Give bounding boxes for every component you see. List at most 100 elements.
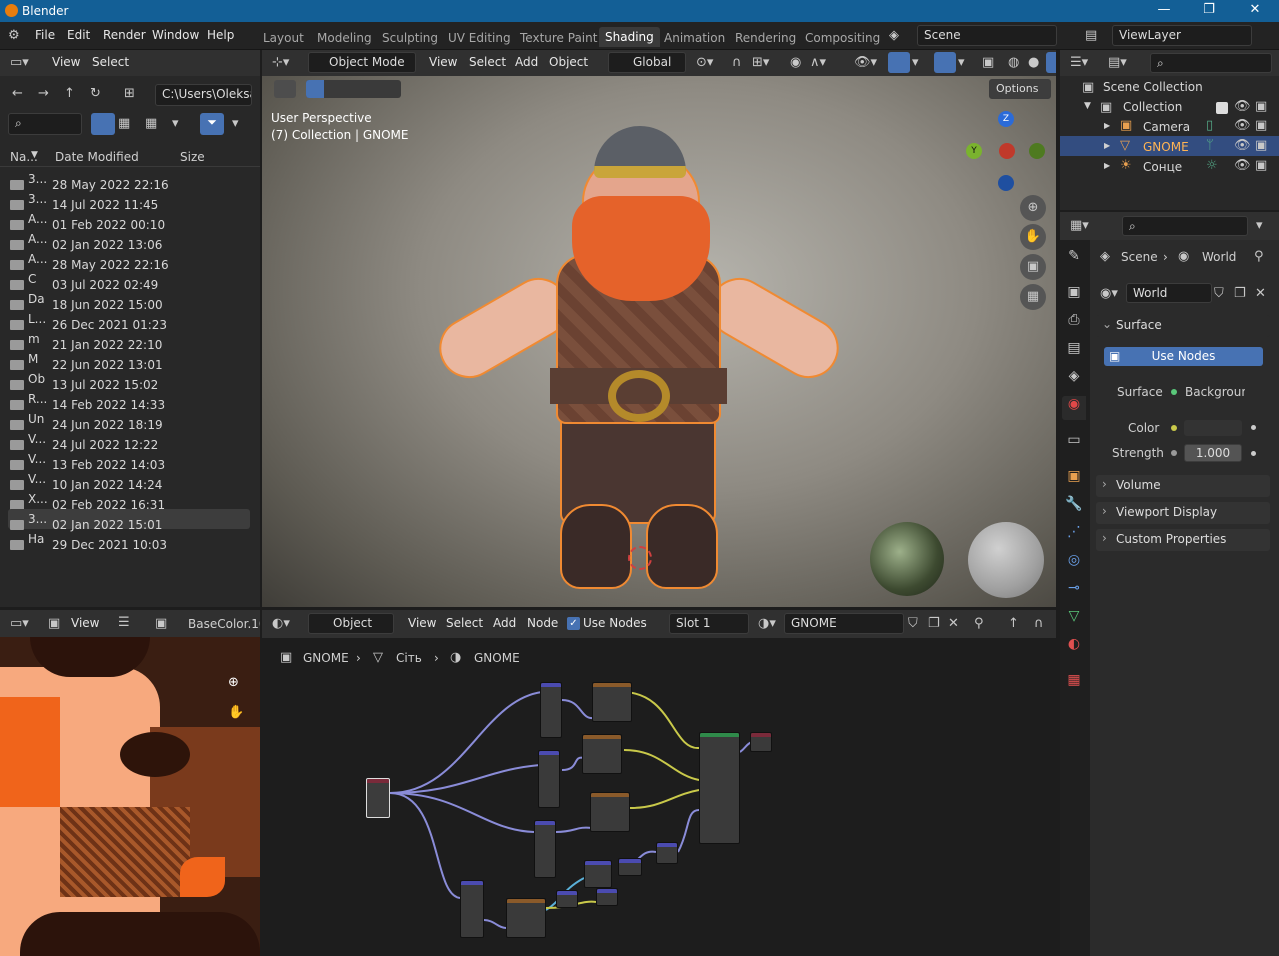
eye-icon[interactable]: 👁 <box>1234 138 1251 153</box>
material-name-field[interactable]: GNOME <box>784 613 904 634</box>
expand-icon[interactable]: ▶ <box>1104 141 1110 150</box>
transform-orientation-selector[interactable]: Global <box>608 52 686 73</box>
use-nodes-button[interactable]: ▣ Use Nodes <box>1104 347 1263 366</box>
tab-texture-paint[interactable]: Texture Paint <box>520 31 597 45</box>
material-browse-icon[interactable]: ◑▾ <box>758 616 776 631</box>
overlay-toggle-button[interactable] <box>934 52 956 73</box>
file-row[interactable]: Da 18 Jun 2022 15:00 <box>8 289 250 312</box>
pan-hand-icon[interactable]: ✋ <box>228 705 244 720</box>
back-icon[interactable]: ← <box>12 86 23 101</box>
world-tab-icon[interactable]: ◉ <box>1062 396 1086 420</box>
file-row[interactable]: C 03 Jul 2022 02:49 <box>8 269 250 292</box>
image-editor-view-menu[interactable]: View <box>71 616 99 630</box>
file-row[interactable]: Un 24 Jun 2022 18:19 <box>8 409 250 432</box>
image-texture-node[interactable] <box>592 682 632 722</box>
node-node-menu[interactable]: Node <box>527 616 558 630</box>
material-preview-button[interactable] <box>1046 52 1056 73</box>
menu-edit[interactable]: Edit <box>67 28 90 42</box>
tool-tab-icon[interactable]: ✎ <box>1062 248 1086 272</box>
file-row[interactable]: V... 24 Jul 2022 12:22 <box>8 429 250 452</box>
custom-properties-section-header[interactable]: › Custom Properties <box>1096 529 1270 551</box>
viewport-display-section-header[interactable]: › Viewport Display <box>1096 502 1270 524</box>
particles-tab-icon[interactable]: ⋰ <box>1062 524 1086 548</box>
editor-type-icon[interactable]: ▭▾ <box>10 55 29 70</box>
view-layer-selector[interactable]: ViewLayer <box>1112 25 1252 46</box>
nav-gizmo-x-axis[interactable] <box>999 143 1015 159</box>
expand-icon[interactable]: ▶ <box>1104 121 1110 130</box>
camera-render-icon[interactable]: ▣ <box>1255 118 1267 133</box>
material-output-node[interactable] <box>750 732 772 752</box>
camera-render-icon[interactable]: ▣ <box>1255 138 1267 153</box>
refresh-icon[interactable]: ↻ <box>90 86 101 101</box>
parent-node-tree-icon[interactable]: ↑ <box>1008 616 1019 631</box>
zoom-icon[interactable]: ⊕ <box>228 675 239 690</box>
image-texture-node[interactable] <box>582 734 622 774</box>
surface-shader-field[interactable]: Backgroun <box>1185 385 1245 399</box>
file-row[interactable]: 3... 14 Jul 2022 11:45 <box>8 189 250 212</box>
normal-node[interactable] <box>656 842 678 864</box>
pivot-icon[interactable]: ⊙▾ <box>696 55 713 70</box>
outliner-item-sun[interactable]: ▶ ☀ Сонце ☼ 👁 ▣ <box>1060 156 1279 176</box>
normal-map-node[interactable] <box>556 890 578 908</box>
xray-icon[interactable]: ▣ <box>982 55 994 70</box>
solid-shading-icon[interactable]: ● <box>1028 55 1039 70</box>
pin-icon[interactable]: ⚲ <box>974 616 984 631</box>
snap-target-icon[interactable]: ⊞▾ <box>752 55 769 70</box>
viewport-add-menu[interactable]: Add <box>515 55 538 69</box>
eye-icon[interactable]: 👁 <box>1234 158 1251 173</box>
node-view-menu[interactable]: View <box>408 616 436 630</box>
volume-section-header[interactable]: › Volume <box>1096 475 1270 497</box>
file-row[interactable]: V... 10 Jan 2022 14:24 <box>8 469 250 492</box>
fake-user-shield-icon[interactable]: ⛉ <box>908 616 918 631</box>
outliner-search-input[interactable]: ⌕ <box>1150 53 1272 73</box>
directory-path-input[interactable]: C:\Users\Oleksa... <box>155 84 252 106</box>
file-row[interactable]: L... 26 Dec 2021 01:23 <box>8 309 250 332</box>
menu-window[interactable]: Window <box>152 28 199 42</box>
slot-selector[interactable]: Slot 1 <box>669 613 749 634</box>
gnome-model[interactable] <box>428 124 852 594</box>
modifier-tab-icon[interactable]: 🔧 <box>1062 496 1086 520</box>
file-row[interactable]: A... 28 May 2022 22:16 <box>8 249 250 272</box>
falloff-icon[interactable]: ∧▾ <box>810 55 826 70</box>
keyframe-dot-icon[interactable] <box>1251 451 1256 456</box>
object-mode-selector[interactable]: Object Mode <box>308 52 416 73</box>
expand-icon[interactable]: ▶ <box>1104 161 1110 170</box>
collection-tab-icon[interactable]: ▭ <box>1062 432 1086 456</box>
surface-section-header[interactable]: ⌄ Surface <box>1096 315 1270 337</box>
outliner-item-camera[interactable]: ▶ ▣ Camera ▯ 👁 ▣ <box>1060 116 1279 136</box>
mix-node[interactable] <box>596 888 618 906</box>
camera-view-icon[interactable]: ▣ <box>1020 254 1046 280</box>
scene-collection-label[interactable]: Scene Collection <box>1103 80 1203 100</box>
options-dropdown[interactable]: Options <box>989 79 1051 99</box>
world-browse-icon[interactable]: ◉▾ <box>1100 286 1118 301</box>
mapping-node[interactable] <box>534 820 556 878</box>
column-size[interactable]: Size <box>180 150 205 164</box>
texture-coordinate-node[interactable] <box>366 778 390 818</box>
selection-mode-buttons[interactable] <box>306 80 401 98</box>
maximize-button[interactable]: ❐ <box>1189 2 1229 17</box>
render-tab-icon[interactable]: ▣ <box>1062 284 1086 308</box>
editor-type-icon[interactable]: ▭▾ <box>10 616 29 631</box>
mapping-node[interactable] <box>538 750 560 808</box>
gizmo-options-icon[interactable]: ▾ <box>912 55 919 70</box>
filter-options-icon[interactable]: ▾ <box>232 116 239 131</box>
file-row[interactable]: R... 14 Feb 2022 14:33 <box>8 389 250 412</box>
file-row[interactable]: A... 02 Jan 2022 13:06 <box>8 229 250 252</box>
outliner-item-gnome[interactable]: ▶ ▽ GNOME ᛘ 👁 ▣ <box>1060 136 1279 156</box>
strength-slider[interactable]: 1.000 <box>1184 444 1242 462</box>
data-tab-icon[interactable]: ▽ <box>1062 608 1086 632</box>
pin-icon[interactable]: ⚲ <box>1254 249 1264 264</box>
menu-file[interactable]: File <box>35 28 55 42</box>
scene-selector[interactable]: Scene <box>917 25 1057 46</box>
hamburger-menu-icon[interactable]: ☰ <box>118 615 130 630</box>
file-row[interactable]: X... 02 Feb 2022 16:31 <box>8 489 250 512</box>
tab-rendering[interactable]: Rendering <box>735 31 796 45</box>
output-tab-icon[interactable]: ⎙ <box>1062 312 1086 336</box>
image-name-field[interactable]: BaseColor.10 <box>188 617 260 631</box>
fake-user-shield-icon[interactable]: ⛉ <box>1214 286 1224 301</box>
mapping-node[interactable] <box>460 880 484 938</box>
texture-image[interactable]: ⊕ ✋ <box>0 637 260 956</box>
collection-checkbox[interactable] <box>1216 102 1228 114</box>
tab-shading[interactable]: Shading <box>599 27 660 47</box>
expand-collection-icon[interactable]: ▼ <box>1084 101 1091 111</box>
